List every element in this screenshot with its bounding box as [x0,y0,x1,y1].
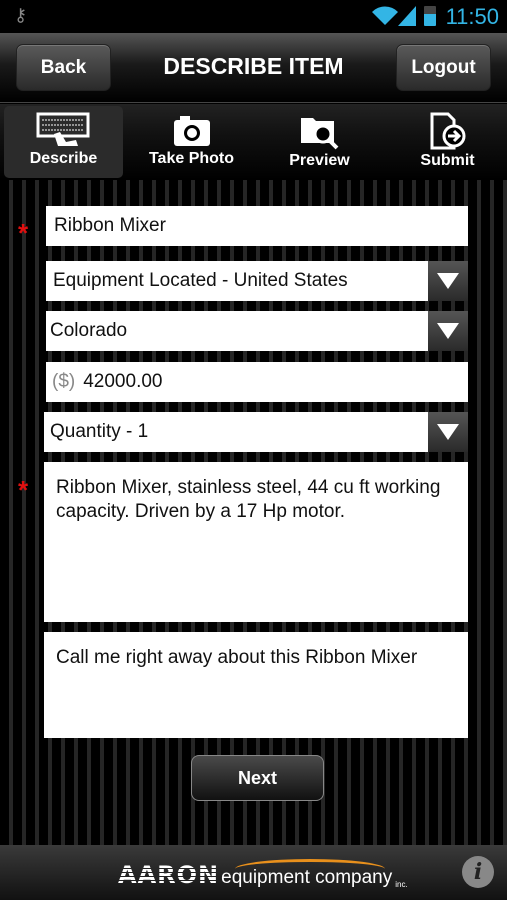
location-select[interactable]: Equipment Located - United States [46,261,468,301]
required-marker: * [18,218,29,248]
form-area: * Ribbon Mixer Equipment Located - Unite… [0,180,507,845]
location-value: Equipment Located - United States [53,270,348,291]
tab-label: Take Photo [148,150,235,167]
aaron-logo: AARON equipment company inc. [118,861,408,889]
clock: 11:50 [445,4,499,29]
battery-icon [424,6,436,26]
next-button[interactable]: Next [191,755,324,801]
state-value: Colorado [50,320,128,341]
tab-label: Preview [289,152,350,169]
price-value: 42000.00 [83,371,163,392]
camera-icon [173,116,210,146]
keyboard-icon [36,112,89,146]
logout-button[interactable]: Logout [396,44,491,91]
message-textarea[interactable]: Call me right away about this Ribbon Mix… [44,632,468,738]
tab-preview[interactable]: Preview [260,106,379,178]
quantity-value: Quantity - 1 [50,421,149,442]
currency-prefix: ($) [52,371,76,392]
tab-label: Describe [29,150,98,167]
tab-describe[interactable]: Describe [4,106,123,178]
tab-take-photo[interactable]: Take Photo [132,106,251,178]
quantity-select[interactable]: Quantity - 1 [44,412,468,452]
dropdown-arrow-icon[interactable] [428,412,468,452]
tab-label: Submit [420,152,475,169]
footer: AARON equipment company inc. i [0,845,507,900]
document-arrow-icon [430,112,465,150]
status-bar: ⚷ 11:50 [0,0,507,33]
dropdown-arrow-icon[interactable] [428,311,468,351]
tab-submit[interactable]: Submit [388,106,507,178]
header: Back DESCRIBE ITEM Logout [0,33,507,103]
folder-search-icon [300,118,338,150]
dropdown-arrow-icon[interactable] [428,261,468,301]
item-name-input[interactable]: Ribbon Mixer [46,206,468,246]
description-textarea[interactable]: Ribbon Mixer, stainless steel, 44 cu ft … [44,462,468,622]
state-select[interactable]: Colorado [46,311,468,351]
info-icon[interactable]: i [462,856,494,888]
wifi-icon [372,6,398,26]
price-input[interactable]: ($) 42000.00 [46,362,468,402]
key-icon: ⚷ [14,5,28,25]
tab-bar: Describe Take Photo Preview Submit [0,104,507,180]
required-marker: * [18,475,29,505]
signal-icon [398,6,416,26]
